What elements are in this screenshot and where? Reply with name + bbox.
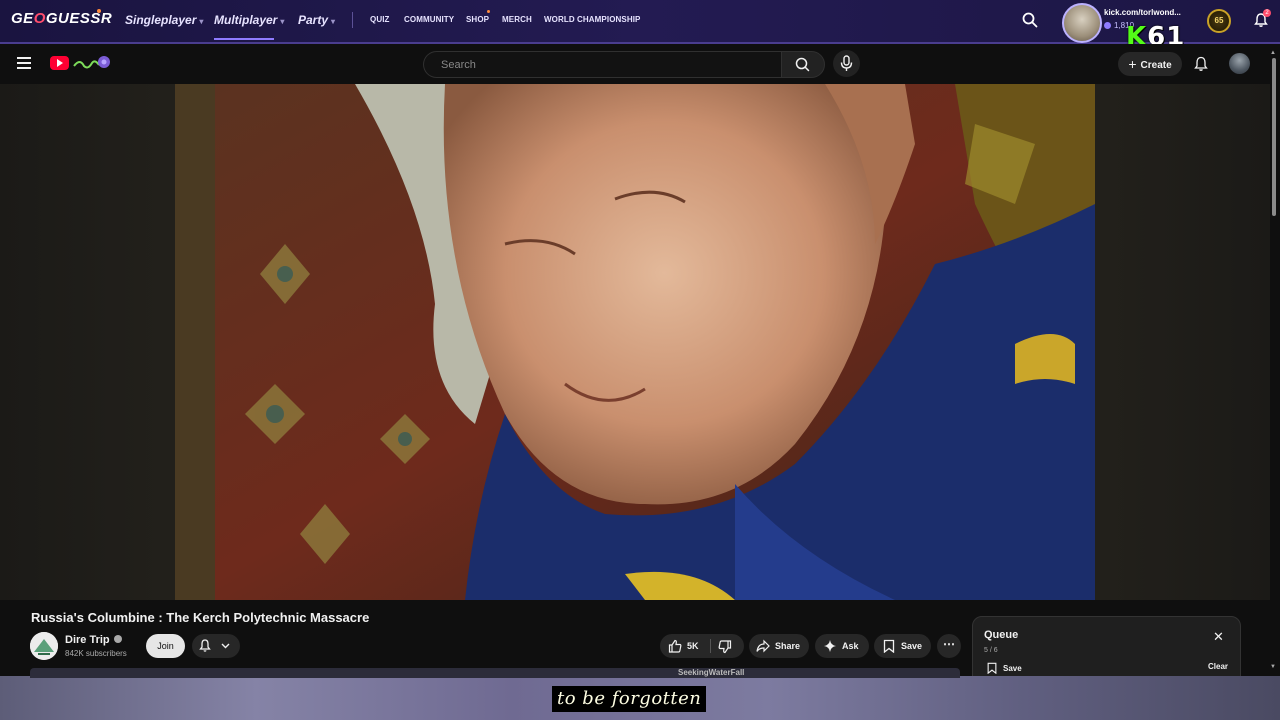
search-button[interactable] [781,51,825,78]
link-merch[interactable]: MERCH [502,15,532,24]
create-button[interactable]: + Create [1118,52,1182,76]
video-frame[interactable] [175,84,1095,600]
channel-name[interactable]: Dire Trip [65,634,122,646]
ask-button[interactable]: Ask [815,634,869,658]
youtube-doodle-logo[interactable] [72,54,112,72]
share-button[interactable]: Share [749,634,809,658]
search-icon [795,57,810,72]
queue-save-button[interactable]: Save [986,662,1022,675]
nav-multiplayer[interactable]: Multiplayer ▾ [214,13,285,40]
subscribe-notification-button[interactable] [192,634,240,658]
share-label: Share [775,641,801,651]
bookmark-icon [883,639,895,653]
bell-chevron-icon [199,639,230,652]
share-arrow-icon [756,639,770,653]
more-dots-icon: ⋯ [943,637,955,651]
bookmark-icon [987,662,997,675]
video-still-image [175,84,1095,600]
queue-clear-button[interactable]: Clear [1208,662,1228,671]
voice-search-button[interactable] [833,50,860,77]
nav-party[interactable]: Party ▾ [298,13,335,27]
nav-divider [352,12,353,28]
microphone-icon [840,55,853,71]
overlay-username: SeekingWaterFall [678,668,745,677]
account-avatar[interactable] [1229,53,1250,74]
video-caption: to be forgotten [552,686,707,712]
verified-check-icon [113,635,122,643]
link-community[interactable]: COMMUNITY [404,15,454,24]
like-divider [710,639,711,653]
comments-preview-bar [30,668,960,678]
video-title: Russia's Columbine : The Kerch Polytechn… [31,610,370,625]
scrollbar-thumb[interactable] [1272,58,1276,216]
channel-name-text: Dire Trip [65,634,110,646]
save-button[interactable]: Save [874,634,931,658]
nav-multiplayer-label: Multiplayer [214,13,278,27]
search-bar[interactable] [423,51,782,78]
link-quiz[interactable]: QUIZ [370,15,390,24]
thumbs-up-icon[interactable] [668,639,682,653]
logo-text-pre: GE [11,10,34,27]
subscriber-count: 842K subscribers [65,649,127,658]
create-label: Create [1140,60,1172,71]
queue-position: 5 / 6 [984,647,998,654]
close-icon[interactable]: ✕ [1213,629,1224,645]
scroll-down-arrow-icon[interactable]: ▼ [1270,664,1276,670]
search-icon[interactable] [1021,11,1039,29]
like-count[interactable]: 5K [687,634,699,658]
user-avatar[interactable] [1062,3,1102,43]
user-name[interactable]: kick.com/torlwond... [1104,8,1181,17]
notifications-bell-icon[interactable] [1193,56,1209,72]
notification-badge: 2 [1263,9,1271,17]
logo-text-accent: O [33,10,46,27]
sparkle-icon [824,640,836,652]
channel-avatar[interactable] [30,632,58,660]
link-world-championship[interactable]: WORLD CHAMPIONSHIP [544,15,640,24]
scroll-up-arrow-icon[interactable]: ▲ [1270,50,1276,56]
chevron-down-icon: ▾ [331,17,336,26]
search-input[interactable] [439,58,773,72]
nav-singleplayer-label: Singleplayer [125,13,197,27]
chevron-down-icon: ▾ [280,17,285,26]
level-badge: 65 [1207,9,1231,33]
more-actions-button[interactable]: ⋯ [937,634,961,658]
link-shop[interactable]: SHOP [466,15,489,24]
logo-dot [97,9,101,13]
ask-label: Ask [842,641,859,651]
channel-logo-icon [30,632,58,660]
like-dislike-group: 5K [660,634,744,658]
join-button[interactable]: Join [146,634,185,658]
thumbs-down-icon[interactable] [718,640,732,654]
logo-text-post: GUESSR [45,10,113,27]
save-label: Save [901,641,923,651]
youtube-logo[interactable] [50,56,69,70]
chevron-down-icon: ▾ [199,17,204,26]
queue-save-label: Save [1003,664,1022,673]
plus-icon: + [1128,56,1137,72]
nav-singleplayer[interactable]: Singleplayer ▾ [125,13,203,27]
hamburger-menu-icon[interactable] [17,57,31,69]
queue-title: Queue [984,629,1019,641]
nav-party-label: Party [298,13,329,27]
queue-panel: Queue 5 / 6 ✕ Save Clear [972,616,1241,680]
shop-new-dot [487,10,490,13]
